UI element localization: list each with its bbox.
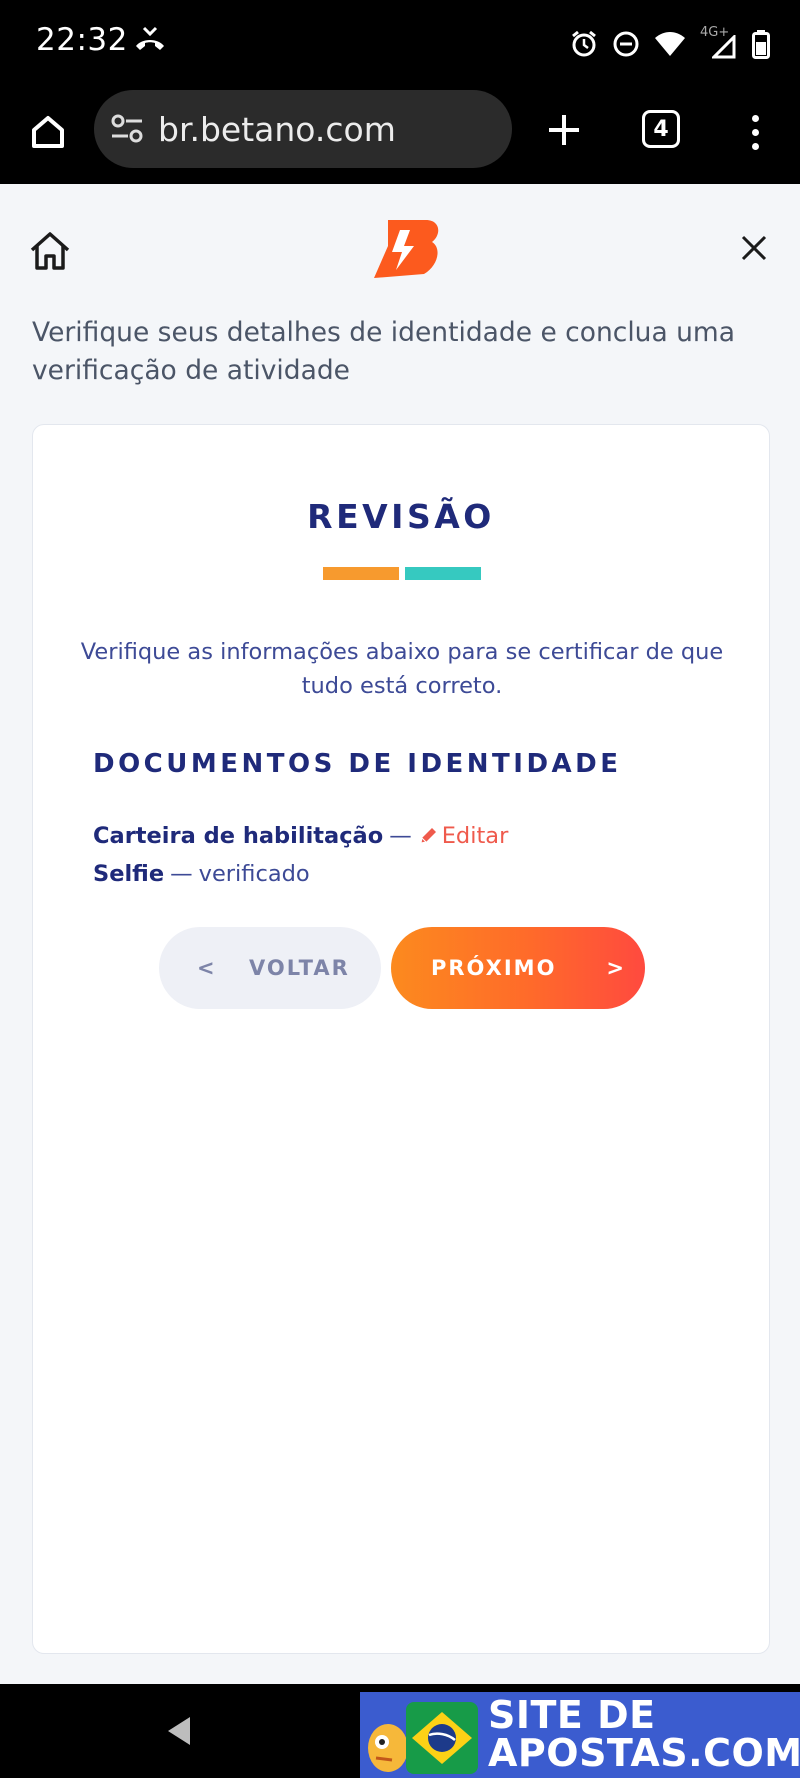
tab-switcher-button[interactable]: 4	[642, 110, 680, 148]
separator: —	[170, 861, 193, 887]
pencil-icon	[420, 828, 436, 844]
watermark-line-2: APOSTAS.COM	[488, 1731, 800, 1775]
missed-call-icon	[136, 26, 164, 50]
chevron-left-icon: <	[197, 956, 217, 980]
review-description: Verifique as informações abaixo para se …	[80, 639, 724, 699]
address-bar[interactable]: br.betano.com	[94, 90, 512, 168]
progress-step-2	[405, 567, 481, 580]
page-intro-text: Verifique seus detalhes de identidade e …	[32, 317, 735, 386]
section-title: DOCUMENTOS DE IDENTIDADE	[93, 749, 622, 779]
watermark-text: SITE DE APOSTAS.COM	[488, 1696, 800, 1772]
alarm-icon	[572, 30, 596, 57]
document-name: Selfie	[93, 861, 165, 887]
plus-icon	[549, 115, 579, 145]
chevron-right-icon: >	[606, 956, 627, 980]
browser-toolbar: br.betano.com 4	[0, 88, 800, 184]
status-time: 22:32	[36, 22, 128, 58]
url-text[interactable]: br.betano.com	[158, 110, 396, 149]
close-icon[interactable]	[738, 232, 770, 264]
watermark-line-1: SITE DE	[488, 1693, 656, 1737]
document-status: verificado	[198, 861, 310, 887]
new-tab-button[interactable]	[538, 104, 590, 156]
next-button[interactable]: PRÓXIMO >	[391, 927, 645, 1009]
betano-logo[interactable]	[370, 216, 442, 282]
menu-dot	[751, 142, 759, 150]
document-row-selfie: Selfie — verificado	[93, 861, 310, 887]
wifi-icon	[655, 32, 685, 56]
status-bar: 22:32 4G+	[0, 0, 800, 88]
status-icons: 4G+	[570, 25, 770, 62]
menu-dot	[751, 128, 759, 136]
do-not-disturb-icon	[613, 31, 639, 57]
page-content: Verifique seus detalhes de identidade e …	[0, 184, 800, 1684]
page-home-icon[interactable]	[26, 228, 74, 276]
brazil-flag-icon	[406, 1702, 478, 1774]
edit-label: Editar	[441, 823, 509, 849]
browser-home-button[interactable]	[22, 106, 74, 158]
watermark-logo: SITE DE APOSTAS.COM	[360, 1692, 800, 1778]
system-nav-bar: SITE DE APOSTAS.COM	[0, 1684, 800, 1778]
back-button[interactable]: < VOLTAR	[159, 927, 381, 1009]
progress-step-1	[323, 567, 399, 580]
menu-dot	[751, 114, 759, 122]
document-row-license: Carteira de habilitação — Editar	[93, 823, 508, 849]
battery-icon	[752, 30, 770, 59]
nav-back-icon[interactable]	[164, 1714, 194, 1748]
mascot-icon	[368, 1724, 408, 1772]
home-icon	[32, 116, 64, 148]
document-name: Carteira de habilitação	[93, 823, 384, 849]
site-settings-icon[interactable]	[108, 109, 148, 149]
next-button-label: PRÓXIMO	[431, 956, 557, 980]
browser-menu-button[interactable]	[740, 106, 770, 158]
separator: —	[389, 823, 412, 849]
page-title: REVISÃO	[307, 497, 495, 536]
review-card: REVISÃO Verifique as informações abaixo …	[32, 424, 770, 1654]
step-progress	[323, 567, 481, 580]
back-button-label: VOLTAR	[249, 956, 350, 980]
signal-icon: 4G+	[700, 25, 738, 59]
edit-link[interactable]: Editar	[418, 823, 509, 849]
